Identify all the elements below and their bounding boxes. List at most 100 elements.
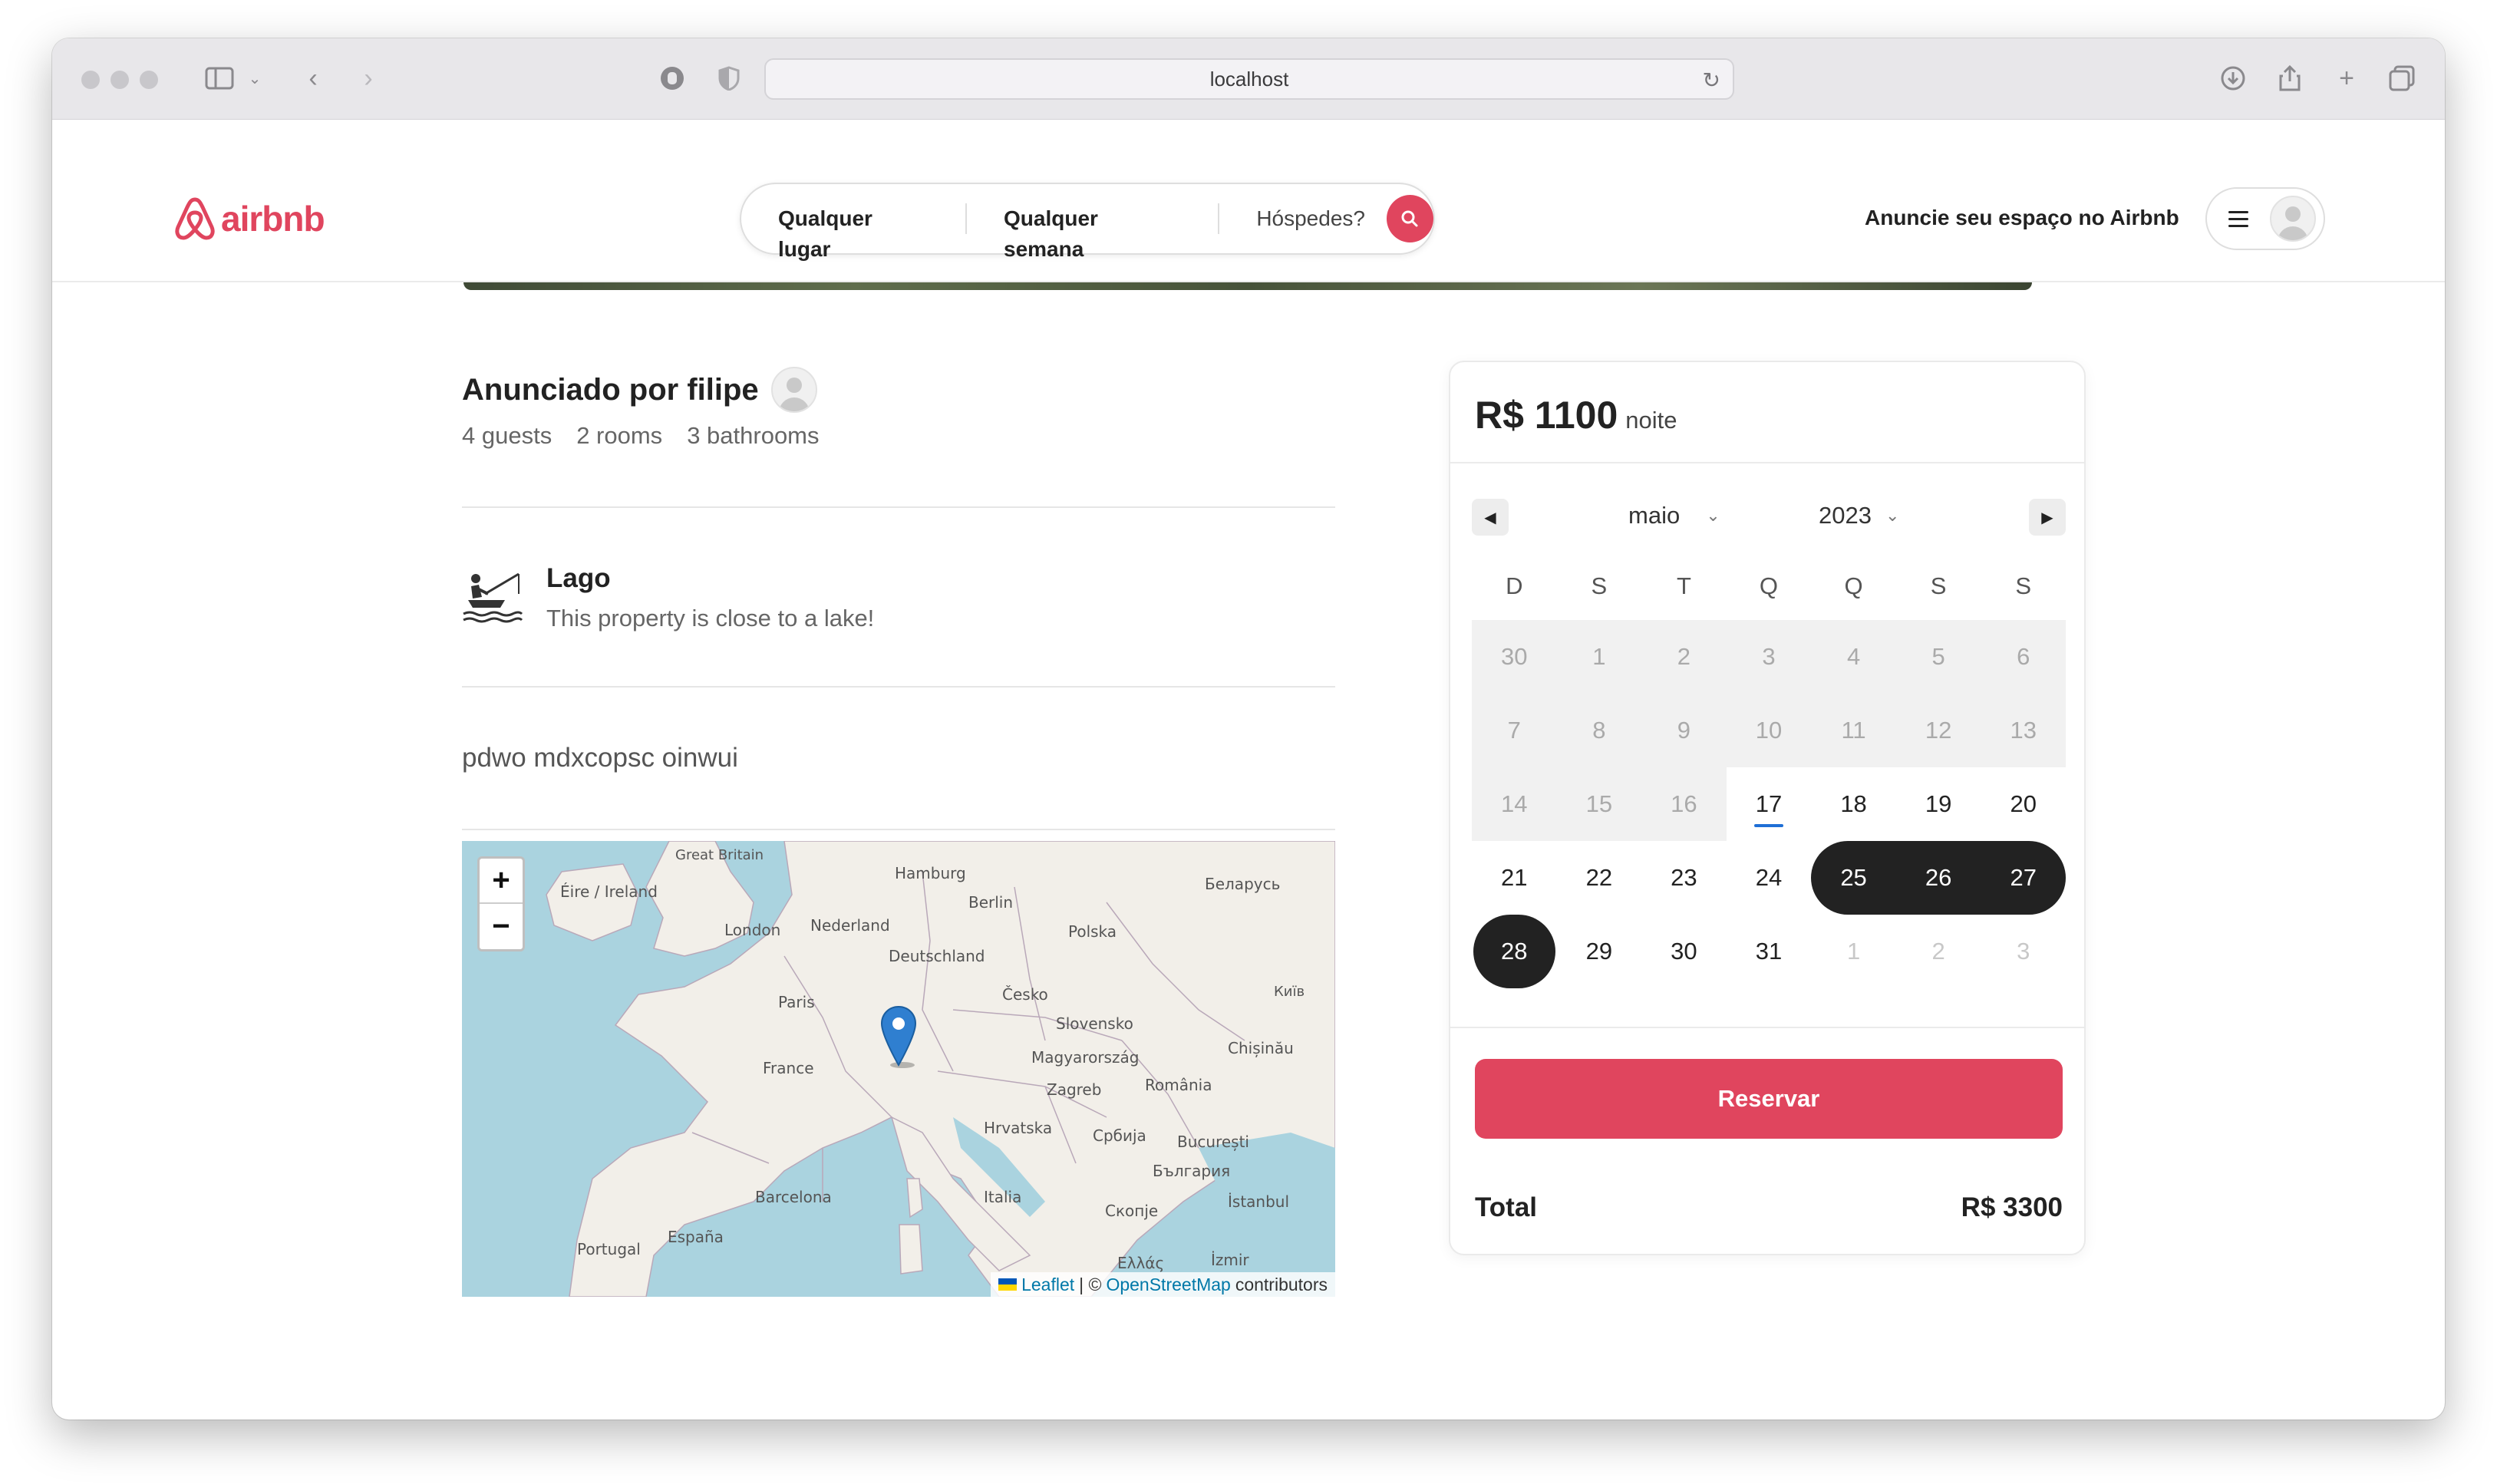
map-label: Magyarország bbox=[1031, 1048, 1140, 1067]
tab-overview-icon[interactable] bbox=[2385, 61, 2419, 95]
calendar-day[interactable]: 24 bbox=[1727, 841, 1812, 915]
map-label: İstanbul bbox=[1228, 1192, 1290, 1211]
bathrooms-count: 3 bathrooms bbox=[687, 422, 820, 449]
map-label: Nederland bbox=[810, 916, 890, 935]
map-label: Barcelona bbox=[755, 1188, 832, 1206]
address-bar[interactable]: localhost ↻ bbox=[764, 58, 1734, 100]
calendar-day: 13 bbox=[1981, 694, 2066, 767]
calendar-day[interactable]: 26 bbox=[1895, 841, 1981, 915]
total-label: Total bbox=[1475, 1192, 1538, 1222]
search-submit-button[interactable] bbox=[1386, 195, 1433, 242]
share-icon[interactable] bbox=[2273, 61, 2307, 95]
search-guests-button[interactable]: Hóspedes? bbox=[1219, 203, 1387, 234]
calendar-day[interactable]: 25 bbox=[1811, 841, 1896, 915]
calendar-day[interactable]: 28 bbox=[1473, 915, 1555, 988]
map-marker-icon[interactable] bbox=[879, 1005, 918, 1068]
location-map[interactable]: Great Britain Éire / Ireland Hamburg Бел… bbox=[462, 841, 1335, 1297]
url-text: localhost bbox=[1209, 67, 1289, 91]
map-label: България bbox=[1153, 1162, 1231, 1180]
calendar-day: 2 bbox=[1931, 938, 1945, 965]
map-label: Great Britain bbox=[675, 847, 764, 863]
next-month-button[interactable]: ▶ bbox=[2029, 499, 2066, 536]
map-label: Berlin bbox=[968, 893, 1014, 912]
caret-left-icon: ◀ bbox=[1484, 509, 1496, 526]
chevron-down-icon[interactable]: ⌄ bbox=[246, 61, 264, 95]
amenity-description: This property is close to a lake! bbox=[546, 605, 875, 632]
amenity-title: Lago bbox=[546, 563, 611, 593]
search-bar[interactable]: Qualquer lugar Qualquer semana Hóspedes? bbox=[740, 183, 1435, 261]
leaflet-link[interactable]: Leaflet bbox=[1021, 1275, 1074, 1295]
calendar-day[interactable]: 20 bbox=[1981, 767, 2066, 841]
weekday-label: S bbox=[1591, 572, 1608, 599]
shield-icon[interactable] bbox=[714, 61, 744, 95]
zoom-window-button[interactable] bbox=[140, 71, 158, 89]
search-week-button[interactable]: Qualquer semana bbox=[967, 203, 1218, 261]
user-menu-button[interactable] bbox=[2205, 187, 2325, 250]
calendar-day[interactable]: 30 bbox=[1641, 915, 1727, 988]
close-window-button[interactable] bbox=[81, 71, 100, 89]
calendar-day: 1 bbox=[1846, 938, 1861, 965]
calendar-day: 3 bbox=[2017, 938, 2030, 965]
calendar-day[interactable]: 27 bbox=[1981, 841, 2066, 915]
calendar-day: 5 bbox=[1895, 620, 1981, 694]
attribution-suffix: contributors bbox=[1235, 1274, 1328, 1294]
sidebar-toggle-icon[interactable] bbox=[203, 61, 236, 95]
total-value: R$ 3300 bbox=[1961, 1192, 2063, 1222]
downloads-icon[interactable] bbox=[2216, 61, 2250, 95]
reserve-button[interactable]: Reservar bbox=[1475, 1059, 2063, 1139]
month-value: maio bbox=[1628, 502, 1681, 529]
map-label: Polska bbox=[1068, 922, 1117, 941]
zoom-in-button[interactable]: + bbox=[480, 859, 523, 904]
map-label: Italia bbox=[984, 1188, 1022, 1206]
calendar-day[interactable]: 29 bbox=[1557, 915, 1642, 988]
search-place-button[interactable]: Qualquer lugar bbox=[741, 203, 965, 261]
calendar-day[interactable]: 23 bbox=[1641, 841, 1727, 915]
back-icon[interactable]: ‹ bbox=[298, 61, 328, 95]
year-select[interactable]: 2023 ⌄ bbox=[1819, 502, 1899, 529]
weekday-label: S bbox=[2015, 572, 2032, 599]
host-your-space-link[interactable]: Anuncie seu espaço no Airbnb bbox=[1865, 206, 2179, 230]
airbnb-logo[interactable]: airbnb bbox=[173, 195, 325, 242]
minimize-window-button[interactable] bbox=[111, 71, 129, 89]
weekday-label: S bbox=[1930, 572, 1947, 599]
calendar-day[interactable]: 31 bbox=[1727, 915, 1812, 988]
calendar-day[interactable]: 22 bbox=[1557, 841, 1642, 915]
listing-description: pdwo mdxcopsc oinwui bbox=[462, 743, 738, 773]
calendar-day: 14 bbox=[1472, 767, 1557, 841]
month-select[interactable]: maio ⌄ bbox=[1628, 502, 1720, 529]
calendar-day[interactable]: 19 bbox=[1896, 767, 1981, 841]
privacy-hand-icon[interactable] bbox=[655, 61, 689, 95]
map-label: Скопје bbox=[1105, 1202, 1159, 1220]
card-divider bbox=[1450, 1027, 2084, 1028]
ukraine-flag-icon bbox=[998, 1278, 1018, 1291]
weekday-label: Q bbox=[1759, 572, 1779, 599]
section-divider bbox=[462, 829, 1335, 830]
search-icon bbox=[1401, 210, 1418, 227]
map-label: Éire / Ireland bbox=[560, 882, 658, 901]
host-heading: Anunciado por filipe bbox=[462, 367, 817, 413]
zoom-out-button[interactable]: − bbox=[480, 904, 523, 949]
calendar-day[interactable]: 17 bbox=[1727, 767, 1812, 841]
nightly-price: R$ 1100 noite bbox=[1475, 393, 1677, 437]
calendar-day: 6 bbox=[1981, 620, 2066, 694]
window-controls[interactable] bbox=[81, 71, 158, 89]
calendar-day[interactable]: 21 bbox=[1472, 841, 1557, 915]
previous-month-button[interactable]: ◀ bbox=[1472, 499, 1509, 536]
calendar-day: 8 bbox=[1556, 694, 1642, 767]
total-row: Total R$ 3300 bbox=[1475, 1192, 2063, 1223]
listing-photo-bottom-edge bbox=[463, 282, 2032, 290]
openstreetmap-link[interactable]: OpenStreetMap bbox=[1106, 1275, 1230, 1295]
map-label: London bbox=[724, 921, 781, 939]
calendar-day: 12 bbox=[1895, 694, 1981, 767]
calendar-day: 15 bbox=[1556, 767, 1642, 841]
section-divider bbox=[462, 686, 1335, 688]
calendar-day[interactable]: 18 bbox=[1811, 767, 1896, 841]
map-label: Київ bbox=[1274, 984, 1305, 1000]
calendar-day: 1 bbox=[1556, 620, 1642, 694]
price-amount: R$ 1100 bbox=[1475, 394, 1618, 437]
calendar-day: 3 bbox=[1726, 620, 1812, 694]
reload-icon[interactable]: ↻ bbox=[1703, 68, 1720, 93]
new-tab-icon[interactable]: + bbox=[2330, 61, 2363, 95]
fishing-lake-icon bbox=[463, 572, 523, 623]
forward-icon[interactable]: › bbox=[353, 61, 384, 95]
